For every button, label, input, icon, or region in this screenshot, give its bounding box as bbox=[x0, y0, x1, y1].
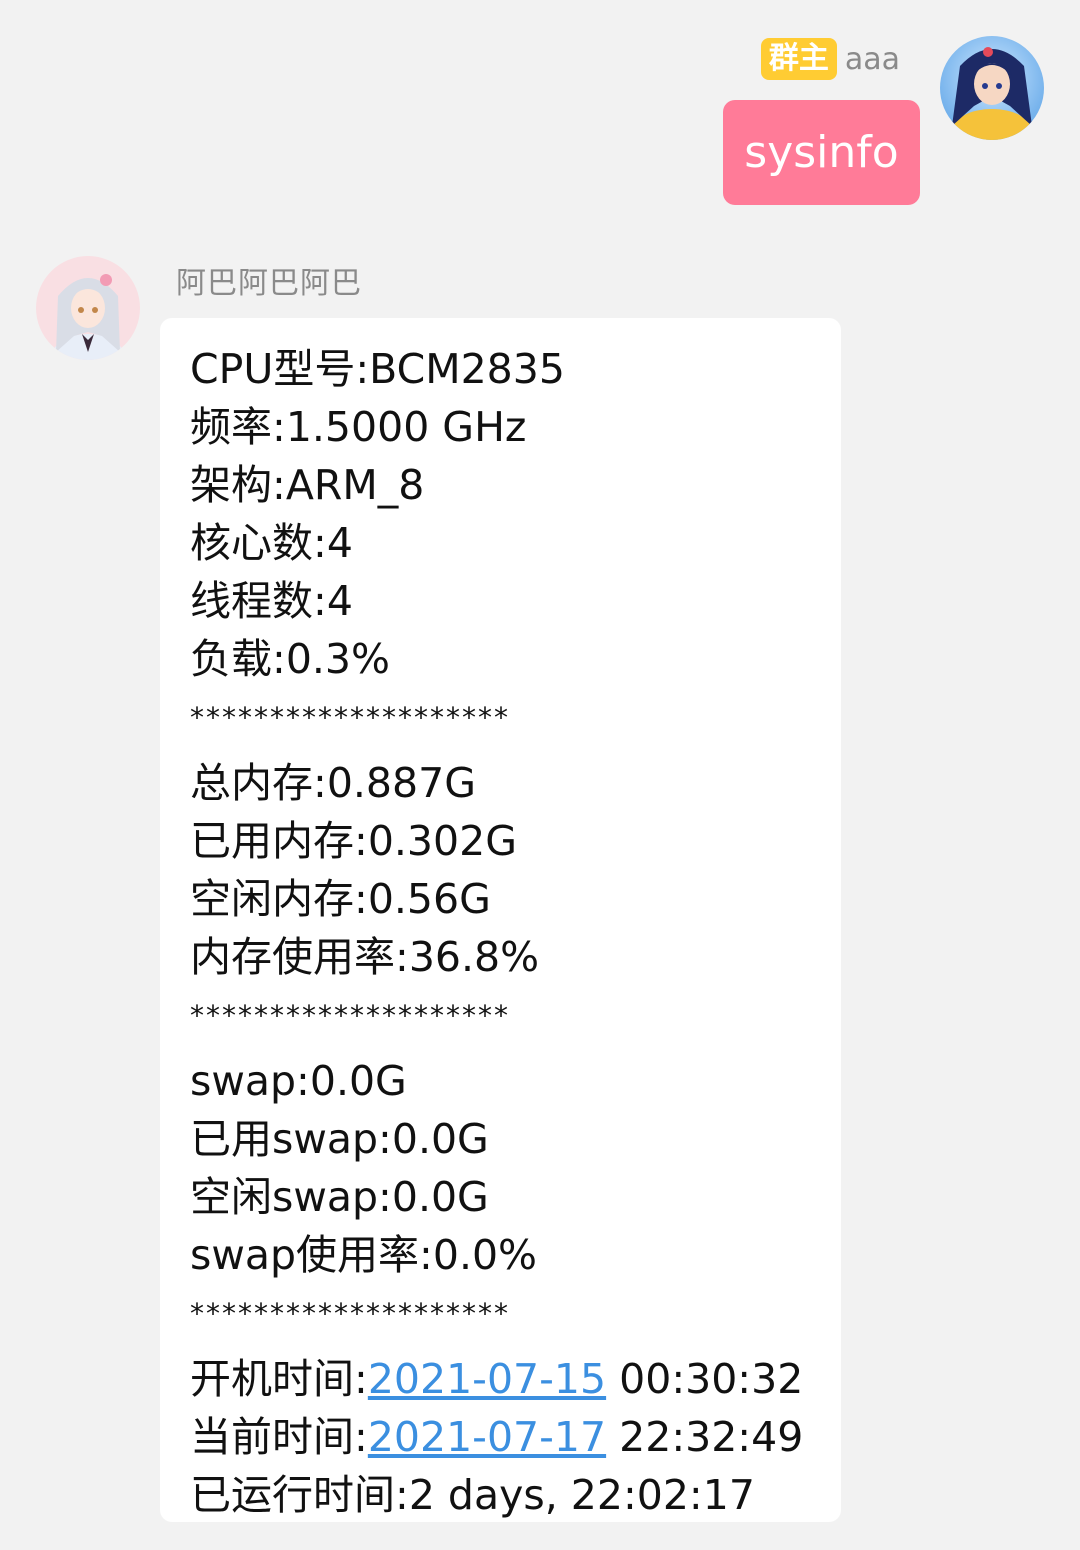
separator: ******************** bbox=[190, 701, 510, 734]
cpu-frequency: 频率:1.5000 GHz bbox=[190, 403, 527, 451]
current-time: 当前时间:2021-07-17 22:32:49 bbox=[190, 1408, 841, 1466]
boot-time-value: 00:30:32 bbox=[606, 1355, 804, 1403]
uptime: 已运行时间:2 days, 22:02:17 bbox=[190, 1471, 755, 1519]
current-date-link[interactable]: 2021-07-17 bbox=[368, 1413, 606, 1461]
cpu-load: 负载:0.3% bbox=[190, 635, 390, 683]
self-avatar[interactable] bbox=[940, 36, 1044, 140]
memory-total: 总内存:0.887G bbox=[190, 759, 476, 807]
cpu-architecture: 架构:ARM_8 bbox=[190, 461, 425, 509]
bot-avatar[interactable] bbox=[36, 256, 140, 360]
cpu-threads: 线程数:4 bbox=[190, 577, 353, 625]
self-meta: 群主 aaa bbox=[760, 38, 900, 80]
bot-username[interactable]: 阿巴阿巴阿巴 bbox=[176, 258, 362, 302]
boot-time: 开机时间:2021-07-15 00:30:32 bbox=[190, 1350, 841, 1408]
separator: ******************** bbox=[190, 999, 510, 1032]
memory-used: 已用内存:0.302G bbox=[190, 817, 517, 865]
memory-usage: 内存使用率:36.8% bbox=[190, 933, 540, 981]
owner-badge: 群主 bbox=[760, 38, 837, 80]
separator: ******************** bbox=[190, 1297, 510, 1330]
boot-date-link[interactable]: 2021-07-15 bbox=[368, 1355, 606, 1403]
boot-time-label: 开机时间: bbox=[190, 1355, 368, 1403]
self-message-bubble[interactable]: sysinfo bbox=[723, 100, 920, 205]
cpu-model: CPU型号:BCM2835 bbox=[190, 345, 565, 393]
self-message-text: sysinfo bbox=[744, 127, 899, 178]
anime-avatar-silver-hair-icon bbox=[36, 256, 140, 360]
bot-message-bubble[interactable]: CPU型号:BCM2835 频率:1.5000 GHz 架构:ARM_8 核心数… bbox=[160, 318, 841, 1522]
current-time-value: 22:32:49 bbox=[606, 1413, 804, 1461]
swap-total: swap:0.0G bbox=[190, 1057, 407, 1105]
swap-free: 空闲swap:0.0G bbox=[190, 1173, 489, 1221]
cpu-cores: 核心数:4 bbox=[190, 519, 353, 567]
memory-free: 空闲内存:0.56G bbox=[190, 875, 491, 923]
anime-avatar-dark-hair-icon bbox=[940, 36, 1044, 140]
swap-usage: swap使用率:0.0% bbox=[190, 1231, 538, 1279]
current-time-label: 当前时间: bbox=[190, 1413, 368, 1461]
self-username[interactable]: aaa bbox=[845, 42, 900, 77]
swap-used: 已用swap:0.0G bbox=[190, 1115, 489, 1163]
